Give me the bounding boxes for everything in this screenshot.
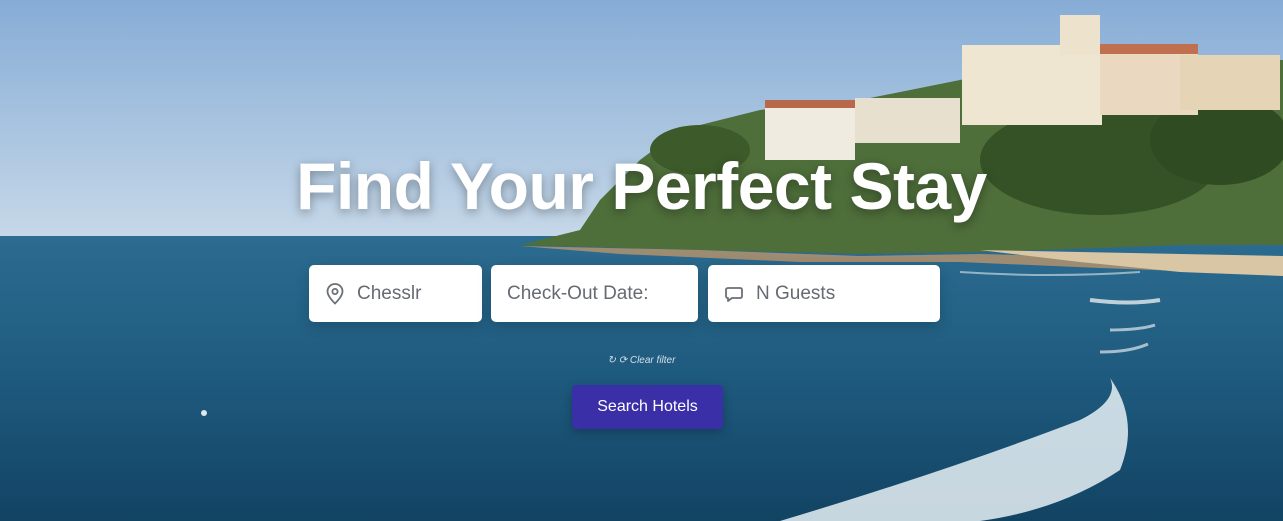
page-title: Find Your Perfect Stay [296, 149, 987, 223]
clear-filter-link[interactable]: ↻ ⟳ Clear filter [0, 355, 1283, 366]
guests-field[interactable]: N Guests [708, 265, 940, 322]
check-in-field[interactable]: Chesslr [309, 265, 482, 322]
hero-background-image [0, 0, 1283, 521]
search-hotels-button[interactable]: Search Hotels [572, 385, 723, 429]
guests-text: N Guests [756, 282, 836, 304]
check-in-text: Chesslr [357, 282, 422, 304]
check-out-date-field[interactable]: Check-Out Date: [491, 265, 698, 322]
hero-section: Find Your Perfect Stay Chesslr Check-Out… [0, 0, 1283, 521]
map-pin-icon [325, 282, 345, 305]
check-out-text: Check-Out Date: [507, 282, 649, 304]
chat-bubble-icon [724, 283, 744, 305]
